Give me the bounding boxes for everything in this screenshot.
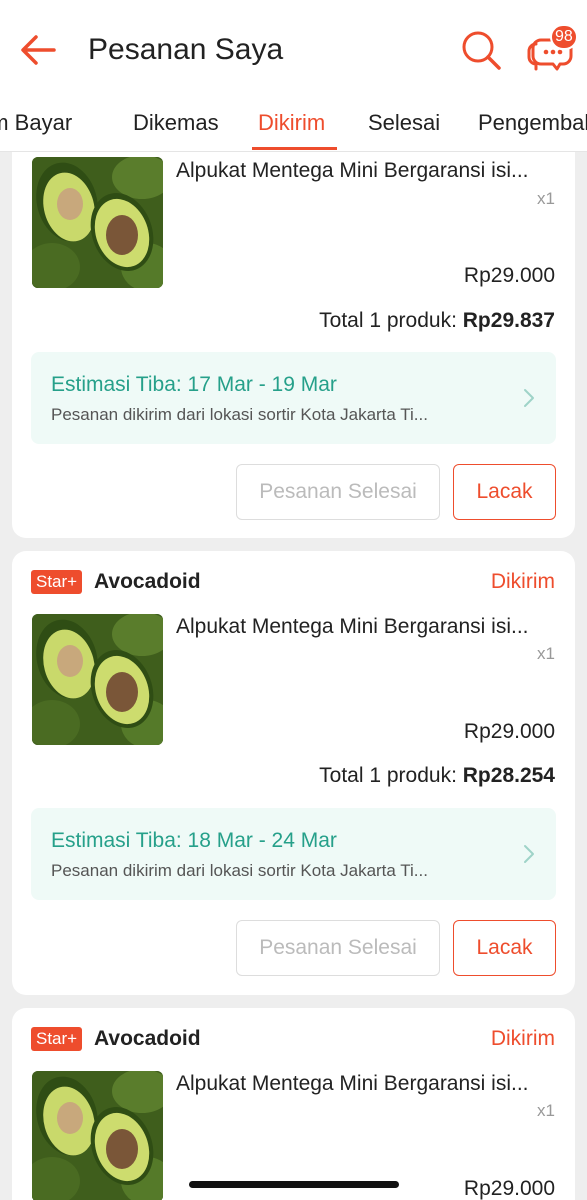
tab-dikirim[interactable]: Dikirim xyxy=(258,110,325,136)
home-indicator xyxy=(189,1181,399,1188)
complete-order-button[interactable]: Pesanan Selesai xyxy=(236,464,440,520)
chevron-right-icon xyxy=(524,845,534,863)
total-label: Total 1 produk: xyxy=(319,764,463,787)
track-button[interactable]: Lacak xyxy=(453,920,556,976)
order-status: Dikirim xyxy=(490,570,555,593)
order-card: Star+ Avocadoid Dikirim Alpukat Mentega … xyxy=(12,1008,575,1200)
product-image[interactable] xyxy=(32,1071,163,1200)
order-total: Total 1 produk: Rp28.254 xyxy=(319,762,555,790)
search-icon[interactable] xyxy=(460,29,502,71)
active-tab-underline xyxy=(252,147,337,150)
product-qty: x1 xyxy=(537,189,555,208)
order-status-tabs: um Bayar Dikemas Dikirim Selesai Pengemb… xyxy=(0,100,587,152)
product-name[interactable]: Alpukat Mentega Mini Bergaransi isi... xyxy=(176,1070,556,1098)
product-image[interactable] xyxy=(32,157,163,288)
order-total: Total 1 produk: Rp29.837 xyxy=(319,307,555,335)
page-title: Pesanan Saya xyxy=(88,33,284,66)
shipping-status-text: Pesanan dikirim dari lokasi sortir Kota … xyxy=(51,405,428,424)
product-image[interactable] xyxy=(32,614,163,745)
track-button[interactable]: Lacak xyxy=(453,464,556,520)
avocado-product-image xyxy=(32,1071,163,1200)
back-arrow-icon[interactable] xyxy=(18,30,58,70)
total-value: Rp28.254 xyxy=(462,764,555,787)
shop-name: Avocadoid xyxy=(94,570,201,593)
shop-name: Avocadoid xyxy=(94,1027,201,1050)
shipping-status-text: Pesanan dikirim dari lokasi sortir Kota … xyxy=(51,861,428,880)
complete-order-button[interactable]: Pesanan Selesai xyxy=(236,920,440,976)
chevron-right-icon xyxy=(524,389,534,407)
product-price: Rp29.000 xyxy=(463,264,555,287)
shipping-info[interactable]: Estimasi Tiba: 17 Mar - 19 Mar Pesanan d… xyxy=(31,352,556,444)
total-label: Total 1 produk: xyxy=(319,309,463,332)
tab-selesai[interactable]: Selesai xyxy=(368,110,440,136)
order-card: Alpukat Mentega Mini Bergaransi isi... x… xyxy=(12,152,575,538)
shipping-estimate: Estimasi Tiba: 18 Mar - 24 Mar xyxy=(51,829,337,852)
shipping-info[interactable]: Estimasi Tiba: 18 Mar - 24 Mar Pesanan d… xyxy=(31,808,556,900)
order-card: Star+ Avocadoid Dikirim Alpukat Mentega … xyxy=(12,551,575,995)
product-qty: x1 xyxy=(537,1101,555,1120)
product-price: Rp29.000 xyxy=(463,720,555,743)
chat-unread-badge: 98 xyxy=(550,24,578,50)
product-price: Rp29.000 xyxy=(463,1177,555,1200)
order-status: Dikirim xyxy=(490,1027,555,1050)
product-name[interactable]: Alpukat Mentega Mini Bergaransi isi... xyxy=(176,613,556,641)
star-plus-badge: Star+ xyxy=(31,570,83,594)
avocado-product-image xyxy=(32,157,163,288)
product-qty: x1 xyxy=(537,644,555,663)
total-value: Rp29.837 xyxy=(462,309,555,332)
shipping-estimate: Estimasi Tiba: 17 Mar - 19 Mar xyxy=(51,373,337,396)
star-plus-badge: Star+ xyxy=(31,1027,83,1051)
tab-pengembalian[interactable]: Pengembali xyxy=(478,110,587,136)
avocado-product-image xyxy=(32,614,163,745)
product-name[interactable]: Alpukat Mentega Mini Bergaransi isi... xyxy=(176,157,556,185)
app-header: Pesanan Saya 98 xyxy=(0,0,587,100)
tab-belum-bayar[interactable]: um Bayar xyxy=(0,110,72,136)
tab-dikemas[interactable]: Dikemas xyxy=(133,110,219,136)
